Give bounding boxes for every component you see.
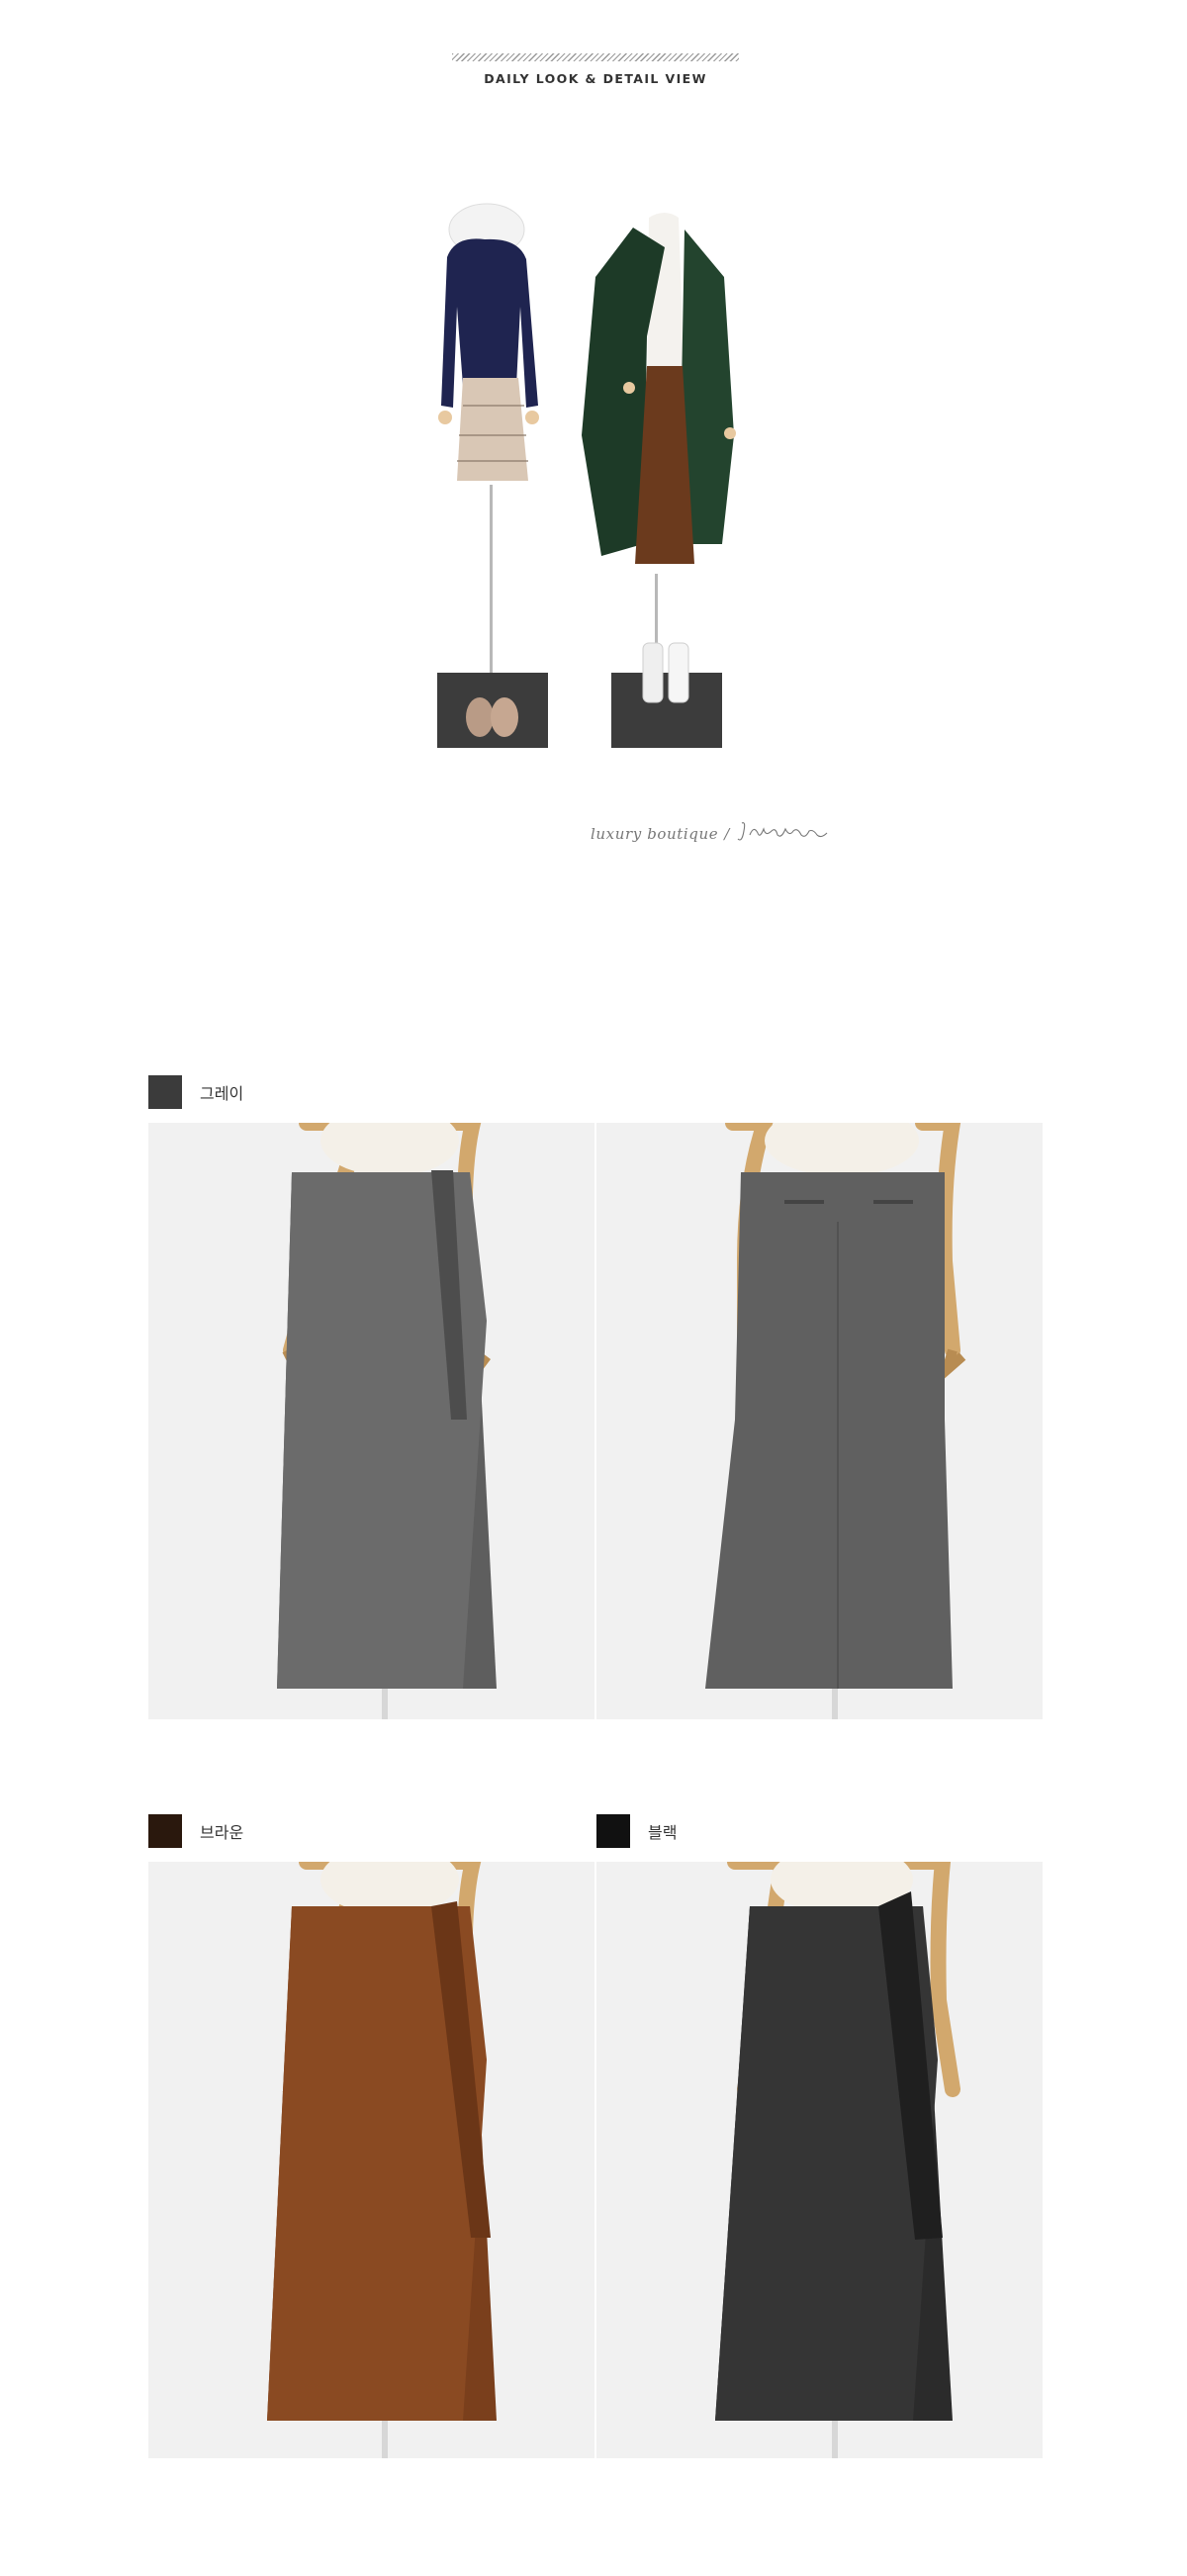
gray-skirt-front-photo (148, 1123, 594, 1719)
left-mannequin (437, 203, 548, 748)
right-mannequin (582, 213, 736, 748)
brand-signature: luxury boutique / (591, 819, 848, 849)
signature-text: luxury boutique (591, 825, 719, 843)
brand-script-logo (736, 819, 831, 849)
daily-look-image (435, 188, 762, 762)
color-label-black: 블랙 (648, 1823, 678, 1842)
gray-skirt-back-photo (596, 1123, 1043, 1719)
black-skirt-photo (596, 1862, 1043, 2458)
gray-swatch (148, 1075, 182, 1109)
section-title: DAILY LOOK & DETAIL VIEW (484, 71, 707, 86)
color-option-brown: 브라운 (148, 1814, 243, 1848)
brown-swatch (148, 1814, 182, 1848)
color-label-brown: 브라운 (200, 1823, 244, 1842)
color-option-black: 블랙 (596, 1814, 677, 1848)
signature-separator: / (724, 825, 730, 843)
header-divider (452, 53, 739, 61)
color-option-gray: 그레이 (148, 1075, 243, 1109)
brown-skirt-photo (148, 1862, 594, 2458)
color-label-gray: 그레이 (200, 1084, 244, 1103)
black-swatch (596, 1814, 630, 1848)
